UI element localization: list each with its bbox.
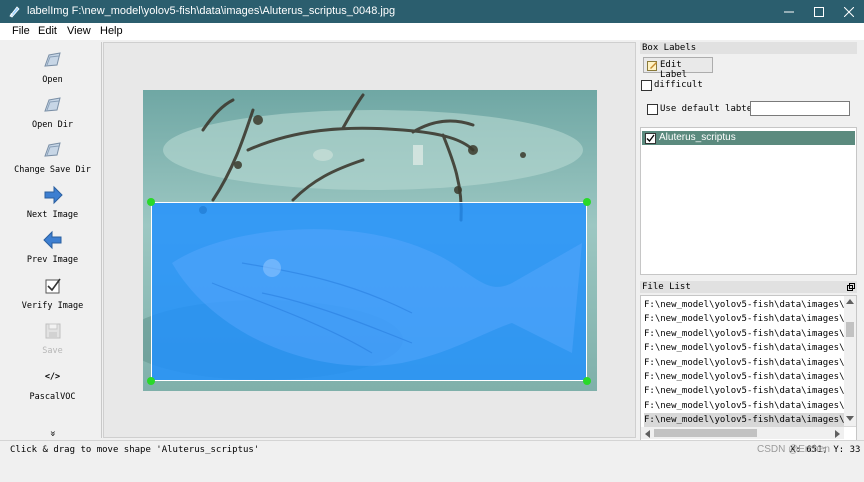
fish-silhouette: [172, 229, 582, 366]
box-labels-dock: Box Labels: [640, 42, 857, 54]
maximize-icon: [814, 6, 824, 17]
folder-icon: [44, 52, 61, 67]
scroll-down-icon[interactable]: [846, 416, 854, 422]
close-button[interactable]: [834, 0, 864, 23]
menu-view[interactable]: View: [67, 25, 91, 37]
save-label: Save: [42, 346, 63, 356]
edit-pencil-icon: [647, 61, 657, 71]
file-list-title: File List: [640, 281, 857, 293]
label-checkbox-checked[interactable]: [645, 133, 656, 144]
file-list-item[interactable]: F:\new_model\yolov5-fish\data\images\Alu…: [644, 298, 856, 312]
bounding-box-shape[interactable]: [147, 198, 591, 385]
file-list-hscrollbar[interactable]: [641, 427, 844, 439]
verify-image-label: Verify Image: [21, 301, 84, 311]
watermark-text: CSDN @Erchen: [757, 444, 830, 455]
menu-help[interactable]: Help: [100, 25, 123, 37]
checkbox-icon: [45, 278, 61, 294]
default-label-input[interactable]: [750, 101, 850, 116]
open-dir-label: Open Dir: [32, 120, 73, 130]
window-title: labelImg F:\new_model\yolov5-fish\data\i…: [27, 5, 396, 17]
file-list-item[interactable]: F:\new_model\yolov5-fish\data\images\Alu…: [644, 341, 856, 355]
bbox-handle-top-right[interactable]: [583, 198, 591, 206]
file-list-vscrollbar[interactable]: [844, 296, 856, 426]
menu-bar: File Edit View Help: [0, 23, 864, 40]
scroll-left-icon[interactable]: [644, 430, 650, 438]
change-save-dir-label: Change Save Dir: [14, 165, 91, 175]
expand-chevron-icon: »: [47, 430, 58, 437]
edit-label-button[interactable]: Edit Label: [643, 57, 713, 80]
box-labels-title: Box Labels: [640, 42, 857, 54]
folder-icon: [44, 97, 61, 112]
arrow-left-icon: [43, 230, 62, 250]
use-default-label-text: Use default labtel: [660, 104, 758, 114]
checkmark-icon: [646, 134, 655, 142]
status-message: Click & drag to move shape 'Aluterus_scr…: [10, 445, 260, 455]
menu-edit[interactable]: Edit: [38, 25, 57, 37]
use-default-label-checkbox[interactable]: [647, 104, 658, 115]
file-list-dock-header: File List: [640, 281, 857, 293]
prev-image-label: Prev Image: [26, 255, 79, 265]
bbox-handle-bottom-right[interactable]: [583, 377, 591, 385]
label-item-text: Aluterus_scriptus: [659, 132, 736, 143]
minimize-icon: [784, 11, 794, 12]
arrow-right-icon: [44, 185, 63, 205]
minimize-button[interactable]: [774, 0, 804, 23]
file-list-item[interactable]: F:\new_model\yolov5-fish\data\images\Alu…: [644, 327, 856, 341]
hscroll-thumb[interactable]: [654, 429, 757, 437]
file-list-item[interactable]: F:\new_model\yolov5-fish\data\images\Alu…: [644, 413, 856, 428]
label-list: Aluterus_scriptus: [640, 127, 857, 275]
file-list-item[interactable]: F:\new_model\yolov5-fish\data\images\Alu…: [644, 399, 856, 413]
undock-icon[interactable]: [847, 283, 855, 291]
labelimg-app-icon: [9, 6, 20, 18]
scroll-up-icon[interactable]: [846, 298, 854, 304]
scroll-right-icon[interactable]: [835, 430, 841, 438]
status-bar: Click & drag to move shape 'Aluterus_scr…: [0, 440, 864, 465]
file-list-item[interactable]: F:\new_model\yolov5-fish\data\images\Alu…: [644, 356, 856, 370]
open-label: Open: [42, 75, 63, 85]
maximize-button[interactable]: [804, 0, 834, 23]
folder-icon: [44, 142, 61, 157]
title-bar: labelImg F:\new_model\yolov5-fish\data\i…: [0, 0, 864, 23]
next-image-label: Next Image: [26, 210, 79, 220]
file-list-item[interactable]: F:\new_model\yolov5-fish\data\images\Alu…: [644, 384, 856, 398]
file-list-item[interactable]: F:\new_model\yolov5-fish\data\images\Alu…: [644, 370, 856, 384]
difficult-checkbox[interactable]: [641, 80, 652, 91]
floppy-disk-icon: [45, 323, 61, 339]
file-list-item[interactable]: F:\new_model\yolov5-fish\data\images\Alu…: [644, 312, 856, 326]
edit-label-text: Edit Label: [660, 60, 688, 80]
menu-file[interactable]: File: [12, 25, 30, 37]
toolbar: Open Open Dir Change Save Dir Next Image…: [4, 42, 102, 438]
file-list: F:\new_model\yolov5-fish\data\images\Alu…: [640, 295, 857, 441]
difficult-label: difficult: [654, 80, 703, 90]
label-list-item[interactable]: Aluterus_scriptus: [642, 131, 855, 145]
vscroll-thumb[interactable]: [846, 322, 854, 337]
close-icon: [844, 6, 854, 17]
bbox-handle-top-left[interactable]: [147, 198, 155, 206]
code-icon: </>: [44, 372, 61, 382]
bbox-handle-bottom-left[interactable]: [147, 377, 155, 385]
